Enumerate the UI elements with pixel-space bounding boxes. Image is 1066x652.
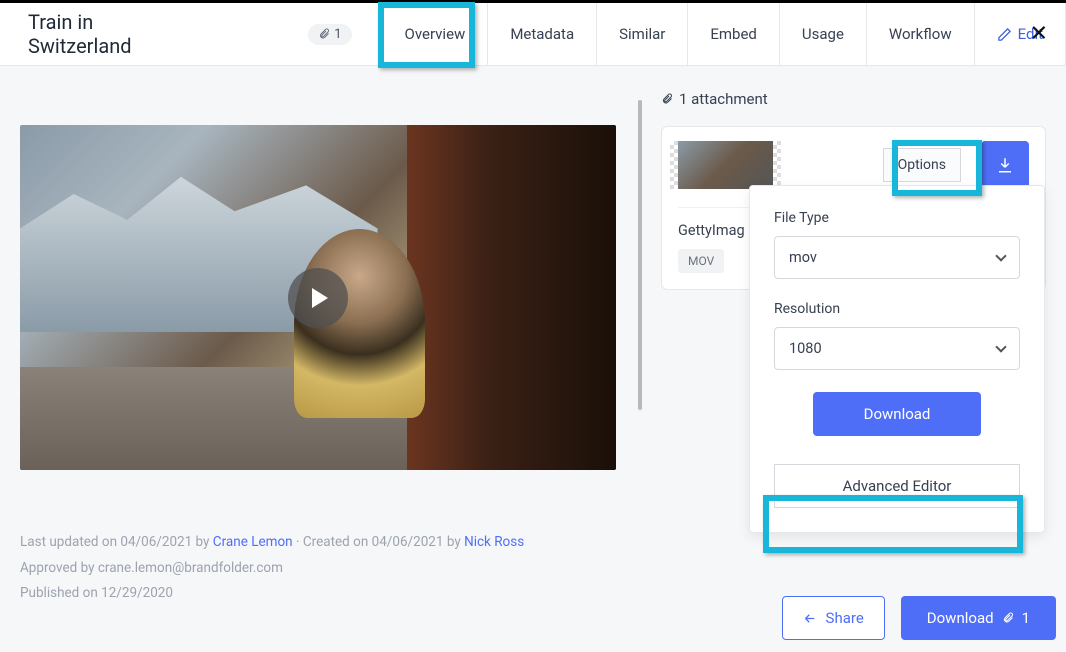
- chevron-down-icon: [995, 250, 1006, 261]
- tab-workflow[interactable]: Workflow: [867, 3, 975, 65]
- file-type-label: File Type: [774, 210, 1020, 226]
- panel-download-button[interactable]: Download: [813, 392, 981, 436]
- pencil-icon: [997, 27, 1012, 42]
- share-button[interactable]: Share: [782, 596, 885, 640]
- close-icon[interactable]: ✕: [1030, 22, 1048, 47]
- options-button[interactable]: Options: [883, 148, 961, 182]
- tab-bar: Overview Metadata Similar Embed Usage Wo…: [382, 3, 1066, 65]
- download-icon-button[interactable]: [981, 141, 1029, 189]
- chevron-down-icon: [995, 341, 1006, 352]
- tab-overview[interactable]: Overview: [382, 3, 489, 65]
- video-preview[interactable]: [20, 125, 616, 470]
- advanced-editor-button[interactable]: Advanced Editor: [774, 464, 1020, 508]
- updated-by-user-link[interactable]: Crane Lemon: [213, 534, 293, 550]
- options-panel: File Type mov Resolution 1080 Download A…: [749, 185, 1045, 533]
- published-on: Published on 12/29/2020: [20, 581, 616, 607]
- meta-info: Last updated on 04/06/2021 by Crane Lemo…: [20, 530, 616, 607]
- created-by-user-link[interactable]: Nick Ross: [464, 534, 524, 550]
- resolution-select[interactable]: 1080: [774, 327, 1020, 370]
- download-icon: [996, 156, 1014, 174]
- approved-by: Approved by crane.lemon@brandfolder.com: [20, 556, 616, 582]
- attachment-count-pill: 1: [308, 24, 351, 45]
- tab-metadata[interactable]: Metadata: [488, 3, 597, 65]
- tab-usage[interactable]: Usage: [780, 3, 867, 65]
- attachment-thumbnail[interactable]: [678, 141, 773, 189]
- scrollbar[interactable]: [638, 100, 642, 410]
- attachments-heading: 1 attachment: [661, 90, 1046, 108]
- play-icon[interactable]: [288, 268, 348, 328]
- paperclip-icon: [1002, 612, 1014, 624]
- header-bar: Train in Switzerland 1 Overview Metadata…: [0, 3, 1066, 66]
- file-type-badge: MOV: [678, 249, 724, 273]
- asset-title: Train in Switzerland: [28, 10, 188, 58]
- attachment-card: Options GettyImag MOV File Type mov Reso…: [661, 126, 1046, 290]
- tab-embed[interactable]: Embed: [688, 3, 780, 65]
- file-type-select[interactable]: mov: [774, 236, 1020, 279]
- tab-similar[interactable]: Similar: [597, 3, 688, 65]
- download-all-button[interactable]: Download 1: [901, 596, 1056, 640]
- tab-edit[interactable]: Edit: [975, 3, 1066, 65]
- share-icon: [803, 611, 818, 626]
- resolution-label: Resolution: [774, 301, 1020, 317]
